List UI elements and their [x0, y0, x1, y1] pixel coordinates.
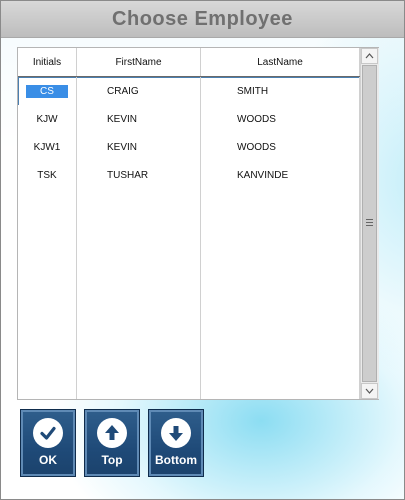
cell-initials[interactable]: TSK	[18, 161, 77, 189]
ok-button-label: OK	[39, 453, 57, 467]
cell-firstname[interactable]: KEVIN	[77, 133, 201, 161]
empty-row[interactable]	[18, 329, 360, 358]
vertical-scrollbar[interactable]	[360, 48, 379, 399]
check-icon	[33, 418, 63, 448]
column-header-lastname[interactable]: LastName	[201, 48, 360, 76]
table-row[interactable]: KJW KEVIN WOODS	[18, 105, 360, 134]
title-bar: Choose Employee	[1, 1, 404, 38]
bottom-button-label: Bottom	[155, 453, 197, 467]
arrow-up-icon	[97, 418, 127, 448]
grip-icon	[366, 219, 373, 226]
column-header-initials[interactable]: Initials	[18, 48, 77, 76]
cell-firstname[interactable]: CRAIG	[77, 77, 201, 105]
bottom-button[interactable]: Bottom	[148, 409, 204, 477]
top-button[interactable]: Top	[84, 409, 140, 477]
empty-row[interactable]	[18, 385, 360, 399]
cell-lastname[interactable]: KANVINDE	[201, 161, 360, 189]
cell-initials-text: CS	[26, 84, 68, 98]
cell-firstname[interactable]: TUSHAR	[77, 161, 201, 189]
cell-lastname[interactable]: WOODS	[201, 105, 360, 133]
table-row[interactable]: CS CRAIG SMITH	[18, 77, 360, 106]
top-button-label: Top	[101, 453, 123, 467]
column-header-firstname[interactable]: FirstName	[77, 48, 201, 76]
employee-grid[interactable]: Initials FirstName LastName CS CRAIG SMI…	[17, 47, 379, 400]
cell-initials[interactable]: KJW	[18, 105, 77, 133]
empty-row[interactable]	[18, 273, 360, 302]
grid-body: Initials FirstName LastName CS CRAIG SMI…	[18, 48, 360, 399]
empty-row[interactable]	[18, 245, 360, 274]
scrollbar-thumb[interactable]	[362, 65, 377, 382]
empty-row[interactable]	[18, 217, 360, 246]
cell-lastname[interactable]: SMITH	[201, 77, 360, 105]
empty-row[interactable]	[18, 189, 360, 218]
grid-header: Initials FirstName LastName	[18, 48, 360, 78]
ok-button[interactable]: OK	[20, 409, 76, 477]
cell-lastname[interactable]: WOODS	[201, 133, 360, 161]
cell-firstname[interactable]: KEVIN	[77, 105, 201, 133]
choose-employee-window: Choose Employee Initials FirstName LastN…	[0, 0, 405, 500]
cell-initials[interactable]: KJW1	[18, 133, 77, 161]
chevron-up-icon	[365, 53, 374, 59]
table-row[interactable]: TSK TUSHAR KANVINDE	[18, 161, 360, 190]
chevron-down-icon	[365, 388, 374, 394]
window-title: Choose Employee	[112, 7, 293, 30]
empty-row[interactable]	[18, 301, 360, 330]
arrow-down-icon	[161, 418, 191, 448]
scroll-down-button[interactable]	[361, 383, 378, 399]
scroll-up-button[interactable]	[361, 48, 378, 64]
cell-initials[interactable]: CS	[18, 77, 77, 105]
empty-row[interactable]	[18, 357, 360, 386]
table-row[interactable]: KJW1 KEVIN WOODS	[18, 133, 360, 162]
